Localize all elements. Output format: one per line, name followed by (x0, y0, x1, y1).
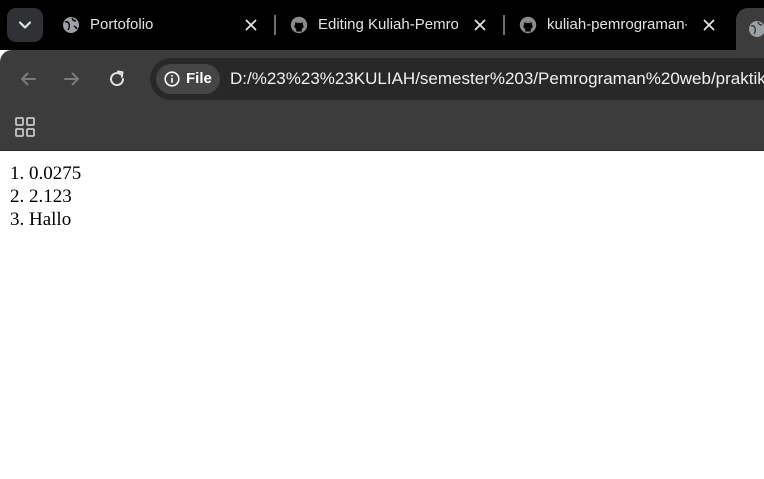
tab-editing-kuliah[interactable]: Editing Kuliah-Pemrogra (286, 6, 494, 44)
list-value: 2.123 (29, 186, 72, 207)
list-value: 0.0275 (29, 163, 82, 184)
forward-button[interactable] (60, 67, 84, 91)
arrow-right-icon (64, 72, 79, 86)
back-button[interactable] (16, 67, 40, 91)
tab-separator (274, 15, 276, 35)
tab-title: Editing Kuliah-Pemrogra (318, 16, 458, 33)
list-value: Hallo (29, 209, 72, 230)
tab-title: Portofolio (90, 16, 154, 33)
apps-grid-icon[interactable] (14, 116, 36, 138)
list-number: 2. (10, 186, 25, 207)
site-info-chip[interactable]: File (156, 64, 220, 94)
page-content: 1. 0.0275 2. 2.123 3. Hallo (0, 151, 764, 479)
info-icon (164, 71, 180, 87)
address-bar[interactable]: File D:/%23%23%23KULIAH/semester%203/Pem… (150, 58, 764, 100)
close-icon (474, 19, 486, 31)
bookmarks-bar (0, 108, 764, 151)
url-text[interactable]: D:/%23%23%23KULIAH/semester%203/Pemrogra… (230, 69, 764, 89)
list-number: 1. (10, 163, 25, 184)
close-icon (703, 19, 715, 31)
arrow-left-icon (21, 72, 36, 86)
globe-icon (749, 21, 764, 37)
list-number: 3. (10, 209, 25, 230)
tab-title: kuliah-pemrograman-web (547, 16, 687, 33)
ordered-list: 1. 0.0275 2. 2.123 3. Hallo (10, 162, 81, 231)
tab-search-button[interactable] (7, 8, 43, 42)
close-icon (245, 19, 257, 31)
github-icon (519, 16, 537, 34)
close-tab-button[interactable] (242, 16, 260, 34)
tab-portofolio[interactable]: Portofolio (58, 6, 266, 44)
chevron-down-icon (18, 21, 32, 29)
tab-separator (503, 15, 505, 35)
list-item: 1. 0.0275 (10, 162, 81, 185)
site-chip-label: File (186, 70, 212, 87)
reload-button[interactable] (105, 67, 129, 91)
list-item: 2. 2.123 (10, 185, 81, 208)
close-tab-button[interactable] (471, 16, 489, 34)
close-tab-button[interactable] (700, 16, 718, 34)
tab-kuliah-pemrograman[interactable]: kuliah-pemrograman-web (515, 6, 723, 44)
list-item: 3. Hallo (10, 208, 81, 231)
tab-active[interactable] (736, 8, 764, 50)
browser-toolbar: File D:/%23%23%23KULIAH/semester%203/Pem… (0, 50, 764, 108)
github-icon (290, 16, 308, 34)
reload-icon (110, 70, 125, 87)
tab-strip: Portofolio Editing Kuliah-Pemrogra kulia… (0, 0, 764, 50)
globe-icon (63, 17, 79, 33)
